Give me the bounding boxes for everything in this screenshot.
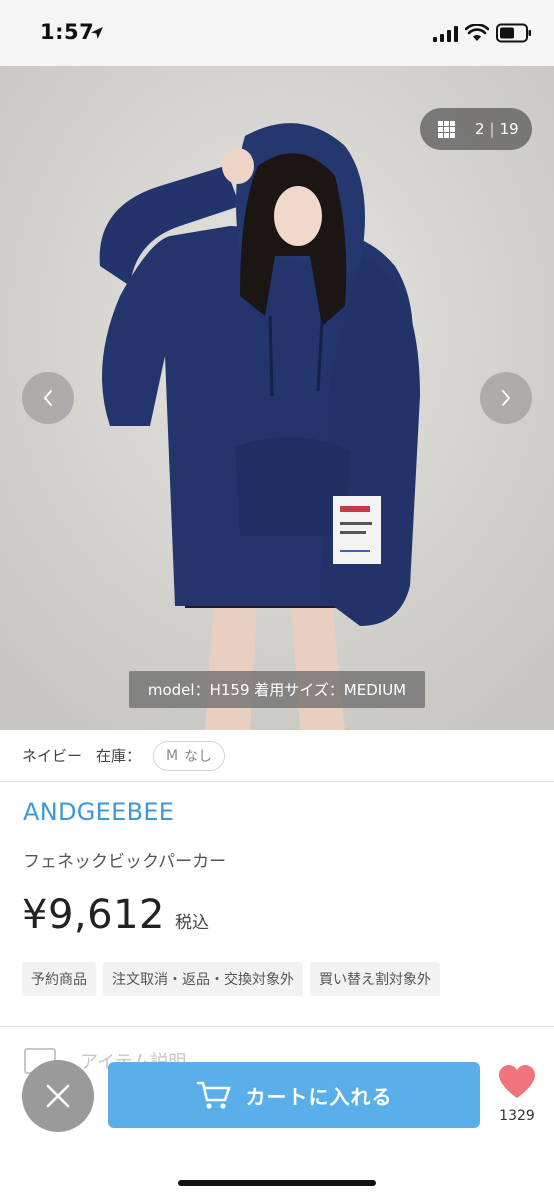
close-icon <box>46 1084 70 1108</box>
variant-row: ネイビー 在庫： M なし <box>0 730 554 782</box>
product-name: フェネックビックパーカー <box>23 852 227 872</box>
color-label: ネイビー <box>22 747 83 765</box>
product-image-gallery[interactable]: 2 | 19 model：H159 着用サイズ：MEDIUM <box>0 66 554 730</box>
tag-preorder: 予約商品 <box>22 962 96 996</box>
status-time: 1:57 <box>40 20 95 44</box>
next-image-button[interactable] <box>480 372 532 424</box>
status-bar: 1:57 <box>0 0 554 66</box>
previous-image-button[interactable] <box>22 372 74 424</box>
chevron-right-icon <box>502 390 510 406</box>
stock-label: 在庫： <box>96 747 142 765</box>
favorite-count: 1329 <box>499 1108 535 1124</box>
section-divider <box>0 1026 554 1027</box>
cart-icon <box>196 1081 230 1109</box>
battery-icon <box>496 23 531 43</box>
location-arrow-icon <box>91 27 103 39</box>
tag-no-return: 注文取消・返品・交換対象外 <box>103 962 303 996</box>
product-tags: 予約商品 注文取消・返品・交換対象外 買い替え割対象外 <box>22 962 440 996</box>
image-counter-text: 2 | 19 <box>475 120 519 138</box>
chevron-left-icon <box>44 390 52 406</box>
size-chip[interactable]: M なし <box>153 740 226 771</box>
product-photo <box>0 66 554 730</box>
add-to-cart-button[interactable]: カートに入れる <box>108 1062 480 1128</box>
price: ¥9,612 <box>22 892 165 938</box>
close-button[interactable] <box>22 1060 94 1132</box>
heart-icon <box>499 1065 535 1098</box>
wifi-icon <box>465 24 489 41</box>
home-indicator <box>178 1180 376 1186</box>
add-to-cart-label: カートに入れる <box>245 1084 393 1109</box>
model-size-caption: model：H159 着用サイズ：MEDIUM <box>129 671 425 708</box>
price-row: ¥9,612 税込 <box>22 892 209 938</box>
image-counter[interactable]: 2 | 19 <box>420 108 532 150</box>
favorite-button[interactable]: 1329 <box>494 1064 540 1124</box>
grid-icon <box>438 120 455 138</box>
tax-label: 税込 <box>174 913 209 933</box>
size-value: M <box>166 747 179 764</box>
availability-value: なし <box>184 748 213 765</box>
tag-trade-in: 買い替え割対象外 <box>310 962 440 996</box>
cellular-signal-icon <box>433 26 458 42</box>
brand-link[interactable]: ANDGEEBEE <box>23 798 174 826</box>
